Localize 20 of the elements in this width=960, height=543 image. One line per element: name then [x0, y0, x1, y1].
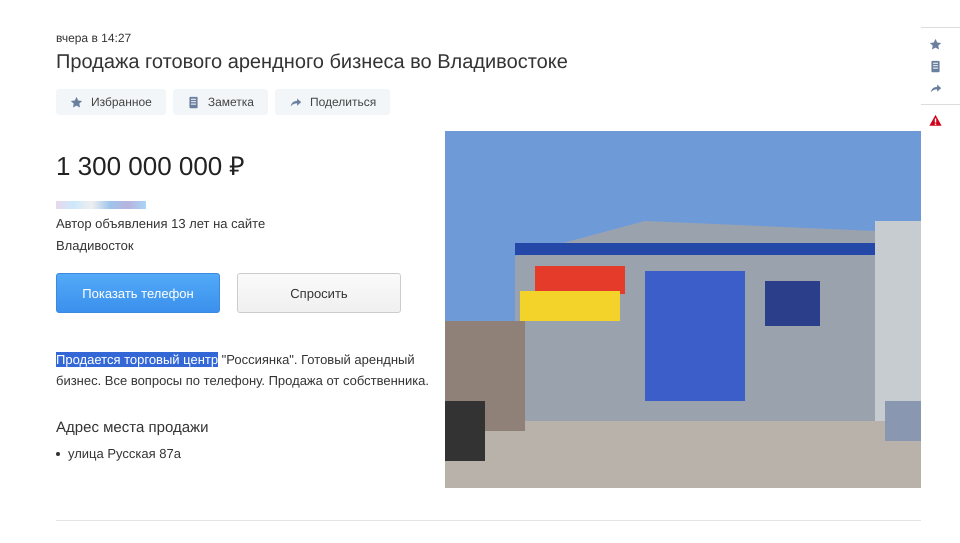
- listing-title: Продажа готового арендного бизнеса во Владивостоке: [56, 51, 569, 74]
- warning-icon: [929, 114, 942, 127]
- city: Владивосток: [56, 238, 135, 253]
- share-arrow-icon: [929, 82, 942, 95]
- note-icon: [929, 60, 942, 73]
- author-note: Автор объявления 13 лет на сайте: [56, 216, 266, 231]
- description: Продается торговый центр "Россиянка". Готовый арендный бизнес. Все вопросы по телефону. Продажа от собственника.: [56, 351, 430, 390]
- note-icon: [186, 96, 200, 108]
- ask-button[interactable]: Спросить: [237, 273, 401, 313]
- share-button[interactable]: Поделиться: [274, 89, 390, 115]
- star-button[interactable]: Избранное: [56, 89, 166, 115]
- post-date: вчера в 14:27: [56, 31, 132, 45]
- address-heading: Адрес места продажи: [56, 419, 210, 436]
- star-icon: [70, 96, 83, 108]
- bullet-icon: [56, 452, 60, 456]
- price: 1 300 000 000 ₽: [56, 150, 246, 183]
- star-icon: [929, 38, 942, 51]
- note-button[interactable]: Заметка: [172, 89, 268, 115]
- share-arrow-icon: [288, 96, 302, 108]
- address-item: улица Русская 87а: [68, 446, 181, 461]
